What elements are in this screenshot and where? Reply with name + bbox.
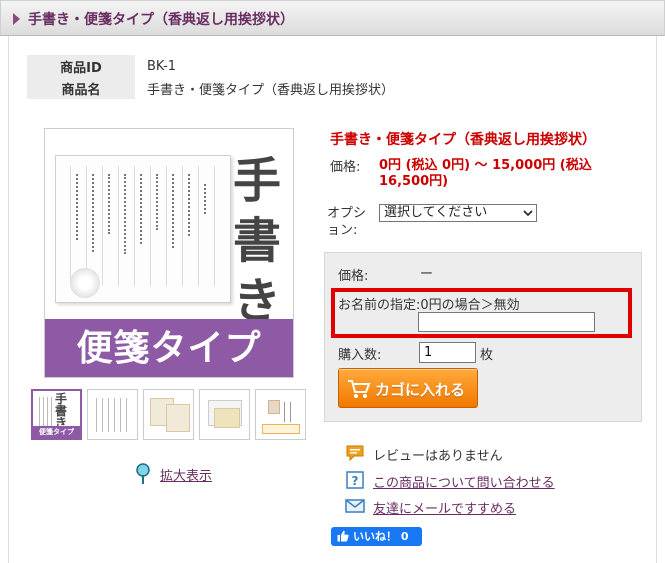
name-option-label: お名前の指定:0円の場合＞無効: [338, 298, 520, 313]
spec-value-name: 手書き・便箋タイプ（香典返し用挨拶状）: [147, 82, 395, 98]
spec-key-id: 商品ID: [27, 55, 135, 77]
chevron-down-icon: [523, 210, 533, 217]
svg-text:?: ?: [352, 474, 359, 488]
add-to-cart-label: カゴに入れる: [375, 381, 466, 399]
product-main-image[interactable]: 手書き 便箋タイプ: [44, 128, 294, 378]
product-name: 手書き・便箋タイプ（香典返し用挨拶状）: [330, 132, 596, 148]
add-to-cart-button[interactable]: カゴに入れる: [338, 368, 478, 408]
price-value: 0円 (税込 0円) ～ 15,000円 (税込 16,500円): [379, 158, 592, 189]
quantity-label: 購入数:: [338, 348, 382, 363]
cart-price-value: ー: [420, 267, 434, 282]
thumbnail-3[interactable]: [143, 389, 194, 440]
mail-link[interactable]: 友達にメールですすめる: [373, 498, 516, 517]
thumbnail-1[interactable]: 手書き 便箋タイプ: [31, 389, 82, 440]
page-header: 手書き・便箋タイプ（香典返し用挨拶状）: [0, 0, 665, 36]
facebook-like-button[interactable]: いいね！ 0: [331, 527, 422, 546]
thumbs-up-icon: [337, 530, 349, 542]
option-select[interactable]: 選択してください: [379, 204, 537, 222]
thumb-kanji: 手書き: [55, 392, 68, 430]
cart-icon: [348, 380, 371, 398]
quantity-unit: 枚: [480, 348, 494, 363]
image-big-text: 手書き: [232, 153, 281, 329]
spec-value-id: BK-1: [147, 58, 177, 74]
name-option-input[interactable]: [418, 312, 595, 332]
thumb-band: 便箋タイプ: [33, 426, 80, 438]
cart-price-label: 価格:: [338, 269, 369, 284]
zoom-pin-icon: [136, 463, 150, 484]
mail-icon: [345, 499, 365, 513]
spec-key-name: 商品名: [27, 77, 135, 99]
speech-bubble-icon: [346, 445, 364, 462]
image-band-text: 便箋タイプ: [45, 319, 293, 377]
quantity-input[interactable]: 1: [419, 342, 476, 363]
question-icon: ?: [346, 471, 364, 489]
thumbnail-4[interactable]: [199, 389, 250, 440]
spec-row-name: 商品名 手書き・便箋タイプ（香典返し用挨拶状）: [27, 77, 637, 99]
option-selected-value: 選択してください: [384, 205, 488, 220]
thumbnail-5[interactable]: [255, 389, 306, 440]
option-label: オプション:: [327, 206, 367, 238]
review-text: レビューはありません: [373, 449, 503, 464]
spec-row-id: 商品ID BK-1: [27, 55, 637, 77]
letter-sheet-graphic: [55, 155, 231, 303]
facebook-like-label: いいね！ 0: [353, 530, 409, 543]
page-title: 手書き・便箋タイプ（香典返し用挨拶状）: [13, 9, 294, 29]
inquiry-link[interactable]: この商品について問い合わせる: [373, 472, 555, 491]
spec-table: 商品ID BK-1 商品名 手書き・便箋タイプ（香典返し用挨拶状）: [27, 55, 637, 99]
thumbnail-2[interactable]: [87, 389, 138, 440]
price-label: 価格:: [330, 160, 361, 175]
flower-icon: [70, 268, 100, 298]
zoom-link[interactable]: 拡大表示: [160, 465, 212, 484]
